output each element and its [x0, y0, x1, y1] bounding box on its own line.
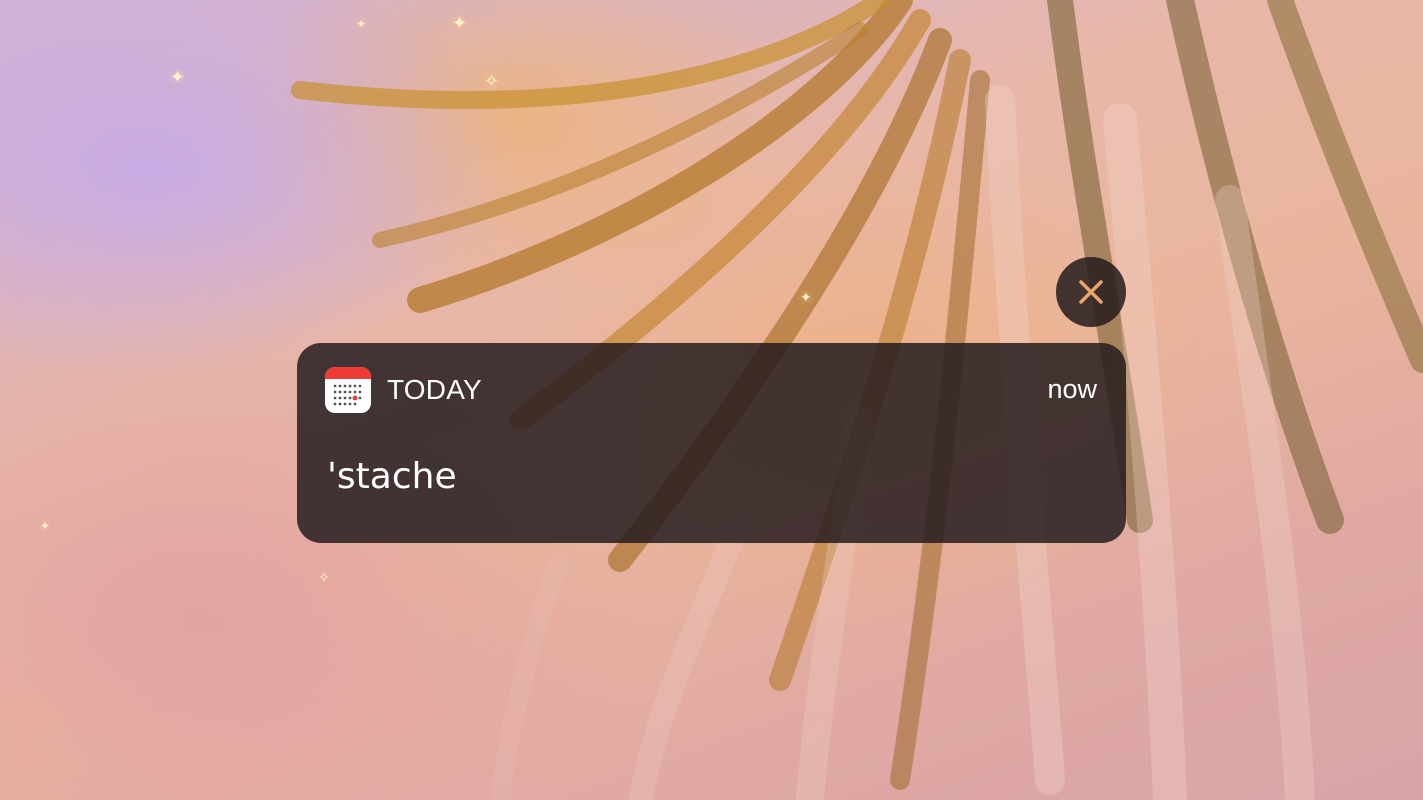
sparkle-icon: ✦	[356, 17, 367, 31]
sparkle-icon: ✧	[318, 569, 330, 585]
notification-card[interactable]: TODAY now 'stache	[297, 343, 1126, 543]
sparkle-icon: ✦	[170, 67, 186, 87]
app-name: TODAY	[387, 374, 482, 405]
notification-timestamp: now	[1047, 374, 1097, 404]
sparkle-icon: ✧	[484, 71, 500, 91]
notification-message: 'stache	[327, 456, 457, 497]
calendar-icon	[325, 367, 371, 413]
sparkle-icon: ✦	[40, 519, 51, 533]
sparkle-icon: ✦	[800, 289, 812, 305]
sparkle-icon: ✦	[452, 13, 468, 33]
close-icon	[1079, 280, 1103, 304]
dismiss-notification-button[interactable]	[1056, 257, 1126, 327]
